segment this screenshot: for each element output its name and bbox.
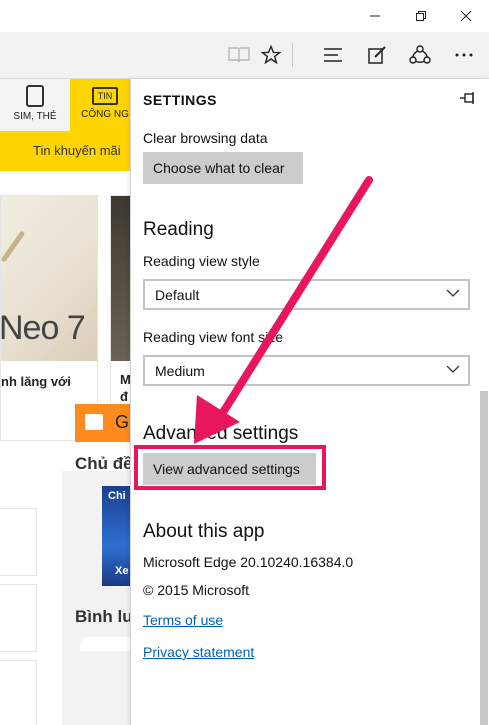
thumbnail-text: Xe	[115, 565, 129, 577]
nav-item-cong-nghe[interactable]: TIN CÔNG NG	[70, 79, 131, 131]
advanced-settings-heading: Advanced settings	[143, 423, 299, 444]
topic-heading: Chủ đề	[75, 454, 131, 473]
topic-thumbnail[interactable]: Chi Xe	[102, 486, 131, 586]
thumbnail-text: Chi	[108, 490, 126, 502]
share-icon[interactable]	[405, 40, 435, 70]
web-note-icon[interactable]	[362, 40, 392, 70]
clear-browsing-label: Clear browsing data	[143, 130, 268, 146]
privacy-statement-link[interactable]: Privacy statement	[143, 644, 254, 660]
more-icon[interactable]	[449, 40, 479, 70]
toolbar-separator	[292, 43, 293, 67]
promo-bar[interactable]: Tin khuyến mãi	[0, 131, 131, 171]
article-image: Neo 7	[1, 196, 97, 361]
reading-style-select[interactable]: Default	[143, 279, 470, 310]
minimize-icon[interactable]	[352, 0, 398, 32]
reading-style-value: Default	[155, 287, 200, 303]
choose-what-to-clear-button[interactable]: Choose what to clear	[143, 152, 303, 184]
promo-text: Tin khuyến mãi	[33, 143, 121, 158]
favorite-star-icon[interactable]	[256, 40, 286, 70]
comments-heading: Bình lu	[75, 607, 131, 626]
nav-item-label: SIM, THẺ	[13, 111, 57, 122]
orange-button-label: G	[115, 412, 130, 432]
list-box[interactable]	[0, 508, 37, 576]
chevron-down-icon	[446, 289, 460, 297]
reading-view-icon[interactable]	[224, 40, 254, 70]
copyright-text: © 2015 Microsoft	[143, 582, 250, 598]
reading-heading: Reading	[143, 219, 214, 240]
tin-news-icon: TIN	[92, 87, 118, 105]
settings-panel: SETTINGS Clear browsing data Choose what…	[130, 79, 489, 725]
close-icon[interactable]	[443, 0, 489, 32]
chevron-down-icon	[446, 365, 460, 373]
browser-toolbar	[0, 32, 489, 79]
reading-font-select[interactable]: Medium	[143, 355, 470, 386]
title-bar	[0, 0, 489, 32]
nav-item-sim[interactable]: SIM, THẺ	[0, 79, 70, 131]
list-box[interactable]	[0, 660, 37, 725]
reading-font-value: Medium	[155, 363, 205, 379]
sim-card-icon	[26, 85, 44, 107]
article-caption: nh lăng với	[1, 374, 71, 389]
nav-item-label: CÔNG NG	[81, 109, 129, 120]
article-image	[111, 196, 131, 361]
settings-title: SETTINGS	[143, 92, 218, 108]
edit-icon	[85, 414, 103, 430]
reading-style-label: Reading view style	[143, 253, 260, 269]
annotation-highlight-box	[134, 445, 326, 490]
maximize-icon[interactable]	[398, 0, 444, 32]
version-text: Microsoft Edge 20.10240.16384.0	[143, 554, 354, 570]
web-page-content: SIM, THẺ TIN CÔNG NG Tin khuyến mãi Neo …	[0, 79, 131, 725]
settings-scrollbar[interactable]	[480, 391, 488, 725]
about-heading: About this app	[143, 521, 265, 542]
site-nav-strip: SIM, THẺ TIN CÔNG NG	[0, 79, 131, 131]
article-image-text: Neo 7	[1, 309, 86, 347]
list-box[interactable]	[0, 584, 37, 652]
reading-font-label: Reading view font size	[143, 329, 284, 345]
comment-box[interactable]	[80, 637, 131, 651]
terms-of-use-link[interactable]: Terms of use	[143, 612, 223, 628]
hub-icon[interactable]	[318, 40, 348, 70]
orange-button[interactable]: G	[75, 404, 131, 442]
pin-icon[interactable]	[458, 91, 478, 107]
